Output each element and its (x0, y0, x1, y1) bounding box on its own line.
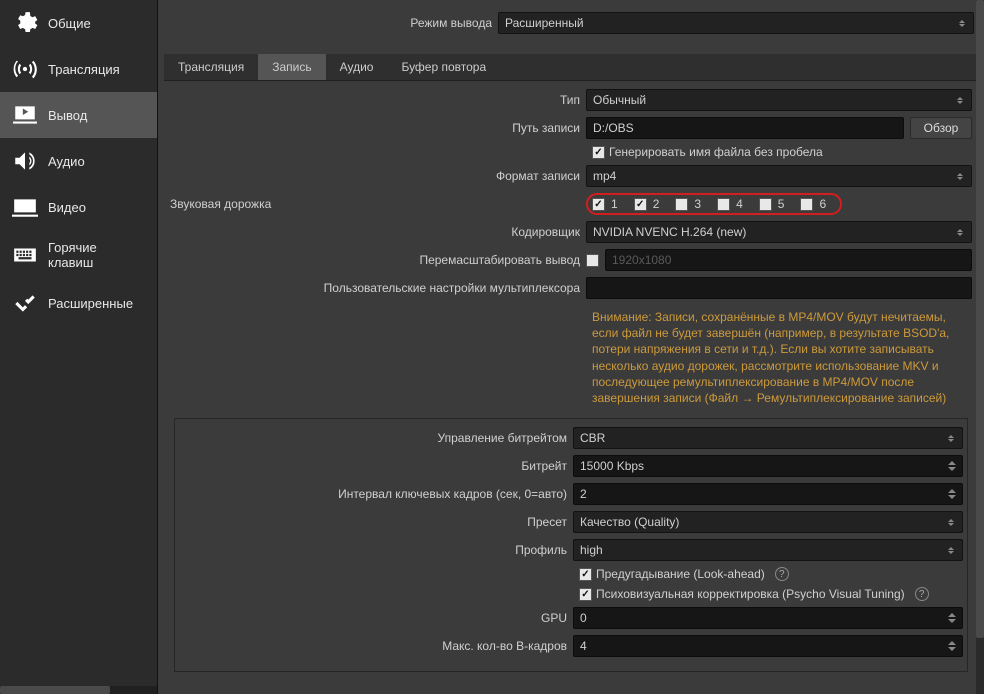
keyint-label: Интервал ключевых кадров (сек, 0=авто) (179, 487, 573, 501)
rec-format-select[interactable]: mp4 (586, 165, 972, 187)
rate-control-label: Управление битрейтом (179, 431, 573, 445)
help-icon[interactable]: ? (775, 567, 789, 581)
profile-select[interactable]: high (573, 539, 963, 561)
track-3-checkbox[interactable]: 3 (675, 197, 701, 211)
track-2-checkbox[interactable]: 2 (634, 197, 660, 211)
rec-type-select[interactable]: Обычный (586, 89, 972, 111)
mux-label: Пользовательские настройки мультиплексор… (170, 281, 586, 295)
encoder-select[interactable]: NVIDIA NVENC H.264 (new) (586, 221, 972, 243)
mux-input[interactable] (586, 277, 972, 299)
bitrate-label: Битрейт (179, 459, 573, 473)
sidebar-item-label: Расширенные (48, 296, 133, 311)
bframes-spinbox[interactable]: 4 (573, 635, 963, 657)
main-panel: Режим вывода Расширенный Трансляция Запи… (158, 0, 984, 694)
sidebar-item-output[interactable]: Вывод (0, 92, 157, 138)
rec-type-label: Тип (170, 93, 586, 107)
lookahead-checkbox[interactable]: Предугадывание (Look-ahead) (579, 567, 765, 581)
mp4-warning-text: Внимание: Записи, сохранённые в MP4/MOV … (592, 305, 972, 414)
sidebar-item-label: Трансляция (48, 62, 120, 77)
output-tabs: Трансляция Запись Аудио Буфер повтора (164, 54, 978, 81)
rescale-input: 1920x1080 (605, 249, 972, 271)
profile-label: Профиль (179, 543, 573, 557)
output-mode-select[interactable]: Расширенный (498, 12, 974, 34)
track-1-checkbox[interactable]: 1 (592, 197, 618, 211)
gpu-spinbox[interactable]: 0 (573, 607, 963, 629)
sidebar-item-video[interactable]: Видео (0, 184, 157, 230)
track-5-checkbox[interactable]: 5 (759, 197, 785, 211)
output-mode-label: Режим вывода (168, 16, 498, 30)
tab-recording[interactable]: Запись (258, 54, 325, 80)
rescale-label: Перемасштабировать вывод (170, 253, 586, 267)
help-icon[interactable]: ? (915, 587, 929, 601)
psy-checkbox[interactable]: Психовизуальная корректировка (Psycho Vi… (579, 587, 905, 601)
gpu-label: GPU (179, 611, 573, 625)
audio-tracks-label: Звуковая дорожка (170, 197, 586, 211)
rescale-checkbox[interactable] (586, 254, 599, 267)
rec-path-label: Путь записи (170, 121, 586, 135)
main-scrollbar[interactable] (976, 0, 984, 694)
sidebar-scrollbar[interactable] (0, 686, 157, 694)
sidebar-item-stream[interactable]: Трансляция (0, 46, 157, 92)
tab-replay-buffer[interactable]: Буфер повтора (387, 54, 500, 80)
bitrate-spinbox[interactable]: 15000 Kbps (573, 455, 963, 477)
rec-path-input[interactable]: D:/OBS (586, 117, 904, 139)
sidebar-item-label: Аудио (48, 154, 85, 169)
sidebar-item-label: Вывод (48, 108, 87, 123)
tab-stream[interactable]: Трансляция (164, 54, 258, 80)
track-4-checkbox[interactable]: 4 (717, 197, 743, 211)
track-6-checkbox[interactable]: 6 (800, 197, 826, 211)
preset-select[interactable]: Качество (Quality) (573, 511, 963, 533)
sidebar-item-advanced[interactable]: Расширенные (0, 280, 157, 326)
sidebar-item-audio[interactable]: Аудио (0, 138, 157, 184)
tab-audio[interactable]: Аудио (326, 54, 388, 80)
audio-tracks-highlight: 1 2 3 4 5 6 (586, 193, 842, 215)
sidebar-item-hotkeys[interactable]: Горячие клавиш (0, 230, 157, 280)
keyint-spinbox[interactable]: 2 (573, 483, 963, 505)
rec-format-label: Формат записи (170, 169, 586, 183)
encoder-settings-box: Управление битрейтомCBR Битрейт15000 Kbp… (174, 418, 968, 672)
settings-sidebar: Общие Трансляция Вывод Аудио Видео Горяч… (0, 0, 158, 694)
browse-button[interactable]: Обзор (910, 117, 972, 139)
bframes-label: Макс. кол-во B-кадров (179, 639, 573, 653)
encoder-label: Кодировщик (170, 225, 586, 239)
sidebar-item-label: Горячие клавиш (48, 240, 145, 270)
rate-control-select[interactable]: CBR (573, 427, 963, 449)
sidebar-item-label: Видео (48, 200, 86, 215)
sidebar-item-general[interactable]: Общие (0, 0, 157, 46)
preset-label: Пресет (179, 515, 573, 529)
sidebar-item-label: Общие (48, 16, 91, 31)
gen-filename-checkbox[interactable]: Генерировать имя файла без пробела (592, 145, 823, 159)
